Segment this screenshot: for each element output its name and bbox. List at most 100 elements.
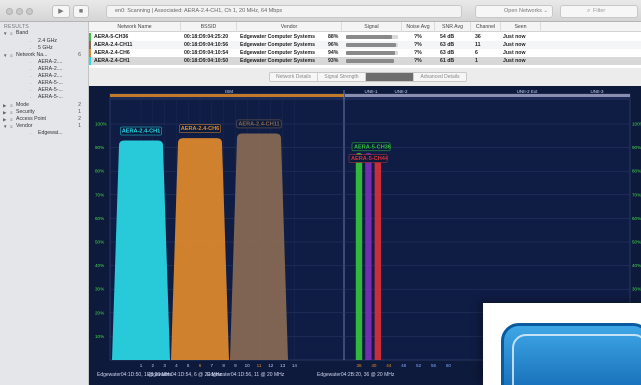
- column-header-snr[interactable]: SNR Avg: [435, 22, 471, 32]
- x-tick-label-5ghz: 36: [356, 363, 362, 368]
- sidebar-item-count: 6: [78, 52, 81, 58]
- search-input[interactable]: ⌕ Filter: [560, 5, 638, 18]
- minimize-window-icon[interactable]: [16, 8, 23, 15]
- network-icon: ·: [30, 67, 32, 72]
- sidebar-item-label: Mode: [16, 102, 29, 108]
- tab-signal-strength[interactable]: Signal Strength: [318, 73, 366, 81]
- play-button[interactable]: ▶: [52, 5, 70, 18]
- sidebar-item[interactable]: ▼ ≡ Band: [0, 30, 89, 37]
- network-color-swatch: [89, 57, 91, 65]
- column-header-vendor[interactable]: Vendor: [237, 22, 342, 32]
- cell-seen: Just now: [503, 42, 526, 48]
- sidebar-item[interactable]: AERA-2.... ·: [0, 73, 89, 80]
- zoom-window-icon[interactable]: [26, 8, 33, 15]
- cell-bssid: 00:18:D9:04:10:56: [184, 42, 229, 48]
- wifi-logo-badge: [501, 323, 641, 385]
- tab-network-details[interactable]: Network Details: [270, 73, 318, 81]
- sidebar-item[interactable]: 2.4 GHz ·: [0, 38, 89, 45]
- search-icon: ⌕: [587, 8, 591, 14]
- series-label: AERA-5-CH44: [351, 156, 389, 162]
- sidebar-item[interactable]: ▶ ≡ Access Point 2: [0, 116, 89, 123]
- sidebar-item[interactable]: AERA-5-... ·: [0, 87, 89, 94]
- sidebar-item[interactable]: ▼ ≡ Vendor 1: [0, 123, 89, 130]
- cell-signal: 88%: [328, 34, 339, 40]
- y-tick-label: 50%: [95, 240, 104, 245]
- sidebar-item-label: 2.4 GHz: [38, 38, 58, 44]
- cell-vendor: Edgewater Computer Systems: [240, 58, 315, 64]
- network-filter-select[interactable]: Open Networks ⌄: [475, 5, 553, 18]
- sidebar-item-label: 5 GHz: [38, 45, 53, 51]
- column-header-seen[interactable]: Seen: [501, 22, 541, 32]
- disclosure-closed-icon[interactable]: ▶: [3, 102, 6, 109]
- sidebar-item-label: AERA-5-...: [38, 87, 63, 93]
- x-tick-label: 12: [268, 363, 274, 368]
- sidebar-item[interactable]: Edgewat... ·: [0, 130, 89, 137]
- disclosure-open-icon[interactable]: ▼: [3, 123, 7, 130]
- x-tick-label: 5: [187, 363, 190, 368]
- sidebar-item-count: 2: [78, 102, 81, 108]
- table-row[interactable]: AERA-2.4-CH6 00:18:D9:04:10:54 Edgewater C…: [89, 49, 641, 57]
- disclosure-closed-icon[interactable]: ▶: [3, 109, 6, 116]
- y-tick-label-right: 80%: [632, 169, 641, 174]
- cell-signal: 96%: [328, 42, 339, 48]
- table-row[interactable]: AERA-2.4-CH11 00:18:D9:04:10:56 Edgewater …: [89, 41, 641, 49]
- tab-spectrum[interactable]: Spectrum: [366, 73, 414, 81]
- band-label: UNII-3: [590, 89, 603, 94]
- network-color-swatch: [89, 33, 91, 41]
- table-row[interactable]: AERA-2.4-CH1 00:18:D9:04:10:50 Edgewater C…: [89, 57, 641, 65]
- disclosure-closed-icon[interactable]: ▶: [3, 116, 6, 123]
- sidebar-item[interactable]: AERA-2.... ·: [0, 59, 89, 66]
- wifi-logo: [483, 303, 641, 385]
- y-tick-label-right: 40%: [632, 263, 641, 268]
- sidebar-item[interactable]: 5 GHz ·: [0, 45, 89, 52]
- cell-vendor: Edgewater Computer Systems: [240, 50, 315, 56]
- y-tick-label: 30%: [95, 287, 104, 292]
- sidebar-item-label: Band: [16, 30, 29, 36]
- sidebar-item[interactable]: ▶ ≡ Security 1: [0, 109, 89, 116]
- table-row[interactable]: AERA-5-CH36 00:18:D9:04:25:20 Edgewater Co…: [89, 33, 641, 41]
- filter-icon: ≡: [10, 124, 13, 129]
- sidebar-item[interactable]: ▶ ≡ Mode 2: [0, 102, 89, 109]
- spectrum-shape: [365, 152, 372, 360]
- cell-noise: ?%: [414, 34, 422, 40]
- network-icon: ·: [30, 74, 32, 79]
- cell-signal: 93%: [328, 58, 339, 64]
- sidebar-item-label: AERA-5-...: [38, 94, 63, 100]
- column-header-channel[interactable]: Channel: [471, 22, 501, 32]
- signal-bar: [346, 43, 398, 47]
- network-icon: ·: [30, 39, 32, 44]
- network-filter-label: Open Networks: [504, 8, 542, 14]
- sidebar-item-label: Edgewat...: [38, 130, 63, 136]
- chevron-down-icon: ⌄: [543, 8, 548, 14]
- column-header-signal[interactable]: Signal: [342, 22, 402, 32]
- y-tick-label: 80%: [95, 169, 104, 174]
- x-tick-label: 13: [280, 363, 286, 368]
- toolbar: ▶ ■ en0: Scanning | Associated: AERA-2.4…: [0, 0, 641, 22]
- wifi-logo-border: [512, 334, 641, 385]
- column-header-noise[interactable]: Noise Avg: [402, 22, 435, 32]
- cell-noise: ?%: [414, 50, 422, 56]
- column-header-bssid[interactable]: BSSID: [181, 22, 237, 32]
- sidebar-item[interactable]: AERA-2.... ·: [0, 66, 89, 73]
- x-tick-label: 10: [245, 363, 251, 368]
- stop-button[interactable]: ■: [73, 5, 89, 18]
- disclosure-open-icon[interactable]: ▼: [3, 30, 7, 37]
- disclosure-open-icon[interactable]: ▼: [3, 52, 7, 59]
- bssid-footer-label: Edgewater04:1D:56, 11 @ 20 MHz: [207, 372, 285, 378]
- spectrum-shape: [171, 138, 229, 360]
- cell-network-name: AERA-2.4-CH6: [94, 50, 130, 56]
- band-label: ISM: [225, 89, 233, 94]
- sidebar-item[interactable]: ▼ ≡ Network Na... 6: [0, 52, 89, 59]
- y-tick-label: 40%: [95, 263, 104, 268]
- sidebar-item-count: 2: [78, 116, 81, 122]
- sidebar-item[interactable]: AERA-5-... ·: [0, 94, 89, 101]
- unii-band-bar: [345, 94, 630, 97]
- cell-snr: 63 dB: [440, 50, 455, 56]
- sidebar-item-count: 1: [78, 109, 81, 115]
- sidebar-item[interactable]: AERA-5-... ·: [0, 80, 89, 87]
- cell-seen: Just now: [503, 58, 526, 64]
- column-header-network-name[interactable]: Network Name: [89, 22, 181, 32]
- close-window-icon[interactable]: [6, 8, 13, 15]
- tab-advanced-details[interactable]: Advanced Details: [414, 73, 466, 81]
- x-tick-label-5ghz: 44: [386, 363, 392, 368]
